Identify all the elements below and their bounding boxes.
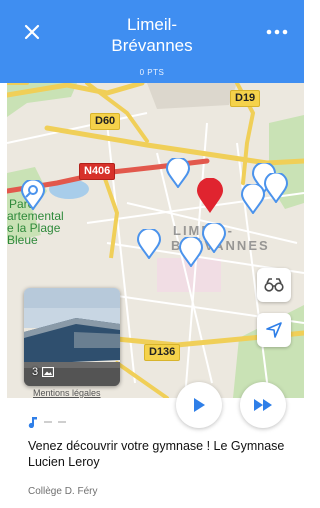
photo-gallery-thumbnail[interactable]: 3 bbox=[24, 288, 120, 386]
more-dots-icon bbox=[266, 29, 288, 35]
map-pin-icon bbox=[136, 227, 162, 260]
music-note-icon bbox=[28, 417, 37, 428]
photo-count-value: 3 bbox=[32, 366, 39, 378]
poi-author: Collège D. Féry bbox=[28, 486, 98, 497]
page-title-line2: Brévannes bbox=[111, 36, 193, 55]
map-view[interactable]: D19 D60 N406 D136 Parc artemental e la P… bbox=[7, 83, 304, 398]
progress-dash bbox=[58, 421, 66, 423]
map-pin-selected-icon bbox=[197, 177, 223, 213]
close-icon bbox=[24, 24, 40, 40]
nearby-explore-button[interactable] bbox=[257, 268, 291, 302]
map-pin-icon bbox=[240, 182, 266, 215]
road-label-d60: D60 bbox=[90, 113, 121, 130]
poi-marker[interactable] bbox=[240, 182, 266, 215]
map-pin-icon bbox=[165, 156, 191, 189]
poi-marker[interactable] bbox=[136, 227, 162, 260]
page-title: Limeil- Brévannes bbox=[70, 14, 234, 56]
fast-forward-button[interactable] bbox=[240, 382, 286, 428]
selected-poi-marker[interactable] bbox=[196, 177, 224, 214]
poi-marker-park[interactable] bbox=[20, 178, 46, 211]
park-label-line4: Bleue bbox=[7, 233, 38, 247]
photo-count: 3 bbox=[32, 366, 55, 378]
progress-dash bbox=[44, 421, 52, 423]
poi-marker[interactable] bbox=[201, 221, 227, 254]
road-label-d19: D19 bbox=[230, 90, 261, 107]
locate-me-button[interactable] bbox=[257, 313, 291, 347]
top-bar: Limeil- Brévannes 0 PTS bbox=[0, 0, 304, 83]
map-pin-icon bbox=[20, 178, 46, 211]
image-icon bbox=[42, 367, 55, 377]
poi-marker[interactable] bbox=[165, 156, 191, 189]
fast-forward-icon bbox=[254, 399, 272, 411]
poi-description: Venez découvrir votre gymnase ! Le Gymna… bbox=[28, 439, 285, 469]
map-pin-icon bbox=[263, 171, 289, 204]
close-button[interactable] bbox=[18, 18, 46, 46]
legal-notice-link[interactable]: Mentions légales bbox=[33, 388, 101, 398]
navigation-arrow-icon bbox=[266, 322, 282, 338]
audio-indicator bbox=[28, 416, 66, 428]
binoculars-icon bbox=[264, 278, 284, 292]
points-counter: 0 PTS bbox=[139, 68, 165, 77]
page-title-line1: Limeil- bbox=[126, 15, 178, 34]
more-button[interactable] bbox=[262, 20, 292, 44]
map-pin-icon bbox=[178, 235, 204, 268]
map-pin-icon bbox=[201, 221, 227, 254]
play-icon bbox=[194, 398, 205, 412]
play-button[interactable] bbox=[176, 382, 222, 428]
road-label-d136: D136 bbox=[144, 344, 181, 361]
road-label-n406: N406 bbox=[79, 163, 116, 180]
poi-marker[interactable] bbox=[263, 171, 289, 204]
poi-marker[interactable] bbox=[178, 235, 204, 268]
